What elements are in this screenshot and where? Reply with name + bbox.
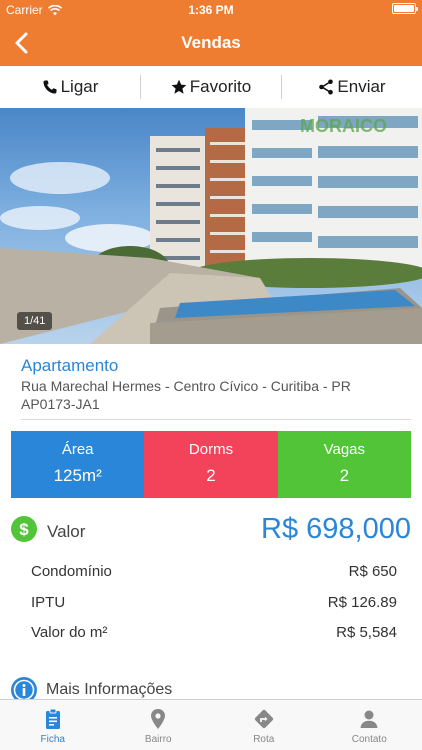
tab-bar: Ficha Bairro Rota Contato [0, 699, 422, 750]
property-address: Rua Marechal Hermes - Centro Cívico - Cu… [21, 378, 351, 394]
price-value: R$ 698,000 [261, 513, 411, 545]
share-label: Enviar [337, 77, 386, 96]
stat-parking-value: 2 [339, 466, 350, 485]
fee-value: R$ 5,584 [336, 624, 397, 641]
action-bar: Ligar Favorito Enviar [0, 66, 422, 108]
battery-icon [392, 3, 418, 14]
stat-dorms: Dorms 2 [144, 431, 278, 498]
fee-label: Valor do m² [31, 624, 108, 641]
fee-label: Condomínio [31, 563, 112, 580]
tab-label: Rota [253, 734, 275, 745]
map-pin-icon [151, 709, 166, 729]
tab-label: Bairro [144, 734, 172, 745]
status-right [392, 3, 418, 14]
stat-dorms-value: 2 [206, 466, 216, 485]
share-button[interactable]: Enviar [281, 75, 422, 99]
more-info-label: Mais Informações [46, 681, 173, 698]
dollar-icon: $ [11, 516, 37, 542]
tab-ficha[interactable]: Ficha [0, 700, 106, 750]
stat-area: Área 125m² [11, 431, 145, 498]
photo-counter: 1/41 [17, 312, 53, 330]
svg-text:$: $ [19, 520, 29, 539]
stats-row: Área 125m² Dorms 2 Vagas 2 [11, 431, 411, 498]
price-label: Valor [47, 522, 86, 541]
building-illustration: MORAICO [0, 108, 422, 344]
route-icon [254, 709, 273, 729]
screen: Carrier 1:36 PM Vendas Ligar Favorito En… [0, 0, 422, 750]
stat-parking-label: Vagas [323, 441, 366, 458]
favorite-label: Favorito [189, 77, 252, 96]
call-button[interactable]: Ligar [0, 75, 140, 99]
property-address-block: Rua Marechal Hermes - Centro Cívico - Cu… [21, 377, 351, 413]
property-code: AP0173-JA1 [21, 396, 100, 412]
tab-bairro[interactable]: Bairro [106, 700, 212, 750]
star-icon [171, 79, 187, 94]
navigation-bar: Vendas [0, 20, 422, 66]
price-row: $ Valor R$ 698,000 [11, 511, 411, 549]
clock: 1:36 PM [188, 3, 234, 17]
watermark-text: MORAICO [300, 116, 387, 136]
person-icon [360, 710, 378, 728]
stat-dorms-label: Dorms [188, 441, 234, 458]
tab-contato[interactable]: Contato [317, 700, 422, 750]
fee-value: R$ 650 [348, 563, 397, 580]
stat-area-value: 125m² [53, 466, 102, 485]
document-icon [45, 708, 60, 729]
stat-area-label: Área [61, 441, 94, 458]
property-photo[interactable]: MORAICO 1/41 [0, 108, 422, 344]
tab-rota[interactable]: Rota [211, 700, 317, 750]
fee-value: R$ 126.89 [327, 594, 397, 611]
fee-label: IPTU [31, 594, 66, 611]
tab-label: Ficha [40, 734, 65, 745]
divider [21, 419, 411, 420]
call-label: Ligar [60, 77, 99, 96]
status-bar: Carrier 1:36 PM [0, 0, 422, 20]
property-type: Apartamento [21, 356, 119, 375]
favorite-button[interactable]: Favorito [140, 75, 281, 99]
stat-parking: Vagas 2 [277, 431, 411, 498]
tab-label: Contato [351, 734, 387, 745]
phone-icon [43, 80, 57, 94]
page-title: Vendas [181, 33, 241, 52]
share-icon [319, 79, 334, 95]
